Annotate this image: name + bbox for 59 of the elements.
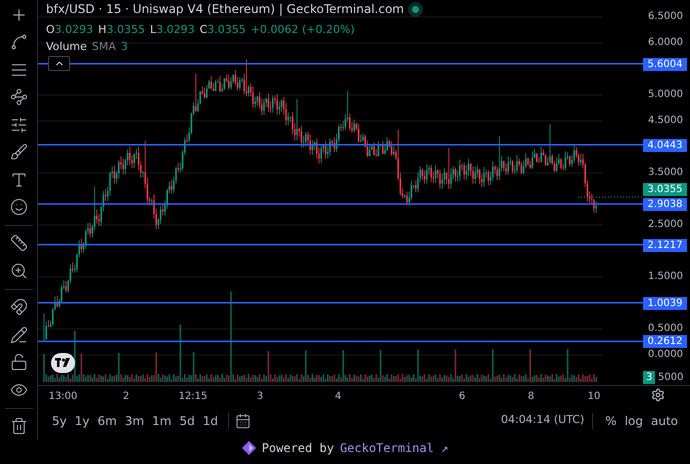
time-tick: 8 (528, 390, 534, 404)
time-tick: 12:15 (178, 390, 208, 404)
ohlc-value: L3.0293 (150, 22, 195, 38)
price-tick: 2.5000 (648, 219, 683, 231)
indicator-label: Volume (46, 39, 87, 55)
settings-icon[interactable] (651, 388, 665, 402)
time-tick: 3 (256, 390, 264, 404)
current-price-label: 3.0355 (643, 183, 687, 196)
logo-icon (51, 353, 75, 373)
scale-option[interactable]: auto (646, 412, 682, 430)
range-button[interactable]: 3m (120, 412, 148, 430)
range-button[interactable]: 5d (175, 412, 199, 430)
price-level-line[interactable] (38, 302, 643, 304)
scale-option[interactable]: % (601, 412, 621, 430)
price-level-label: 2.1217 (643, 238, 687, 252)
scale-option[interactable]: log (620, 412, 647, 430)
range-button[interactable]: 1y (70, 412, 94, 430)
price-level-line[interactable] (38, 340, 643, 342)
footer-text: Powered by (262, 440, 334, 457)
price-tick: 6.5000 (648, 11, 683, 23)
price-level-line[interactable] (38, 244, 643, 246)
chart-title: bfx/USD · 15 · Uniswap V4 (Ethereum) | GeckoTerminal.com (46, 2, 404, 16)
indicator-value: 3 (120, 39, 128, 55)
volume-tick: 5000 (658, 372, 684, 384)
ohlc-value: O3.0293 (46, 22, 94, 38)
range-button[interactable]: 6m (94, 412, 121, 430)
ohlc-value: C3.0355 (200, 22, 246, 38)
price-level-line[interactable] (38, 144, 643, 146)
price-tick: 0.5000 (648, 323, 683, 335)
time-tick: 4 (334, 390, 342, 404)
price-tick: 4.5000 (648, 115, 683, 127)
time-tick: 6 (458, 390, 466, 404)
price-tick: 1.5000 (648, 271, 683, 283)
price-level-label: 1.0039 (643, 296, 687, 310)
time-tick: 13:00 (48, 390, 78, 404)
price-tick: 5.0000 (648, 89, 683, 101)
volume-current-label: 3 (643, 371, 656, 384)
time-tick: 2 (122, 390, 130, 404)
price-level-label: 5.6004 (643, 58, 687, 71)
diamond-logo-icon (242, 441, 256, 455)
clock-text: 04:04:14 (UTC) (500, 412, 584, 428)
change-value: +0.0062 (+0.20%) (250, 22, 355, 38)
current-price-line (578, 196, 644, 198)
time-tick: 10 (588, 390, 600, 404)
price-level-label: 4.0443 (643, 138, 687, 152)
price-level-label: 0.2612 (643, 335, 687, 348)
range-button[interactable]: 1d (198, 412, 222, 430)
price-tick: 6.0000 (648, 37, 683, 49)
price-tick: 0.0000 (648, 349, 683, 361)
indicator-type: SMA (92, 39, 116, 55)
collapse-button[interactable] (48, 56, 70, 71)
range-button[interactable]: 5y (48, 412, 71, 430)
price-tick: 3.5000 (648, 167, 683, 179)
ohlc-value: H3.0355 (98, 22, 145, 38)
price-level-label: 2.9038 (643, 198, 687, 211)
footer-link[interactable]: GeckoTerminal ↗ (340, 439, 448, 457)
calendar-icon[interactable] (235, 412, 252, 428)
range-button[interactable]: 1m (148, 412, 176, 430)
price-level-line[interactable] (38, 63, 643, 65)
